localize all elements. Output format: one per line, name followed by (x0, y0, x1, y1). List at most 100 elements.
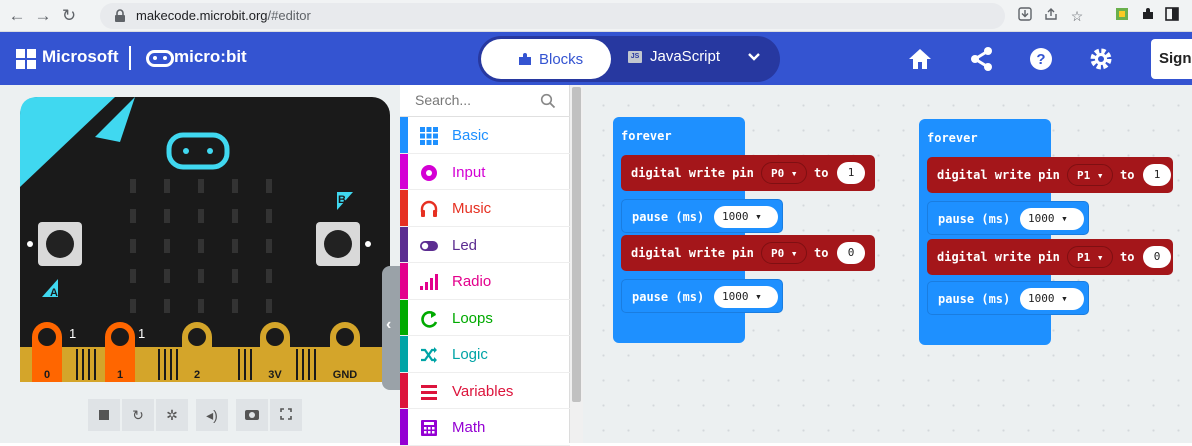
url-text: makecode.microbit.org/#editor (136, 8, 311, 23)
value-input[interactable]: 1 (1143, 164, 1171, 186)
url-path: /#editor (267, 8, 311, 23)
category-label: Basic (452, 127, 489, 144)
tab-blocks-label: Blocks (539, 51, 584, 68)
reload-icon[interactable]: ↻ (58, 5, 80, 27)
microbit-board[interactable]: A B 0 1 1 1 2 3V GND (20, 97, 390, 382)
pin-dropdown[interactable]: P0 ▾ (761, 242, 807, 264)
category-stripe (400, 153, 408, 189)
pin-2-label: 2 (194, 369, 200, 381)
stop-icon[interactable] (88, 399, 120, 431)
share-page-icon[interactable] (1041, 6, 1061, 26)
puzzle-block-icon (519, 53, 531, 65)
block-text: digital write pin (937, 168, 1060, 182)
editor-toggle: Blocks JS JavaScript (478, 36, 780, 82)
category-basic[interactable]: Basic (400, 117, 570, 154)
pin-dropdown[interactable]: P1 ▾ (1067, 164, 1113, 186)
tab-javascript-label: JavaScript (650, 48, 721, 65)
brand-name[interactable]: Microsoft (42, 47, 119, 67)
share-icon[interactable] (968, 45, 996, 73)
tab-blocks[interactable]: Blocks (481, 39, 611, 79)
install-icon[interactable] (1015, 6, 1035, 26)
extension-icon[interactable] (1112, 6, 1132, 26)
to-label: to (1120, 168, 1135, 182)
pin-dropdown[interactable]: P0 ▾ (761, 162, 807, 184)
product-name[interactable]: micro:bit (174, 47, 247, 67)
headphones-icon (420, 200, 438, 217)
value-input[interactable]: 1 (837, 162, 865, 184)
category-label: Radio (452, 273, 492, 290)
category-loops[interactable]: Loops (400, 299, 570, 336)
pin-1-value: 1 (138, 326, 145, 341)
ms-dropdown[interactable]: 1000 ▾ (714, 286, 778, 308)
puzzle-icon[interactable] (1138, 6, 1158, 26)
restart-icon[interactable]: ↻ (122, 399, 154, 431)
value-input[interactable]: 0 (1143, 246, 1171, 268)
star-icon[interactable]: ☆ (1067, 6, 1087, 26)
collapse-simulator-handle[interactable]: ‹ (382, 266, 400, 390)
pin-value: P0 ▾ (771, 247, 798, 260)
pin-1-label: 1 (117, 369, 123, 381)
category-label: Variables (452, 382, 514, 400)
help-icon[interactable]: ? (1027, 45, 1055, 73)
category-stripe (400, 409, 408, 445)
back-arrow-icon[interactable]: ← (6, 5, 28, 27)
mute-icon[interactable]: ◂) (196, 399, 228, 431)
digital-write-block[interactable]: digital write pin P0 ▾ to 1 (621, 155, 875, 191)
sign-in-button[interactable]: Sign (1151, 39, 1192, 79)
pause-block[interactable]: pause (ms) 1000 ▾ (927, 281, 1089, 315)
forever-label: forever (621, 129, 672, 143)
forever-label: forever (927, 131, 978, 145)
digital-write-block[interactable]: digital write pin P1 ▾ to 0 (927, 239, 1173, 275)
scrollbar-thumb[interactable] (572, 87, 581, 402)
ms-dropdown[interactable]: 1000 ▾ (1020, 288, 1084, 310)
search-input[interactable]: Search... (415, 92, 471, 108)
input-value: 0 (847, 246, 855, 259)
category-led[interactable]: Led (400, 226, 570, 263)
js-icon: JS (628, 51, 642, 63)
category-label: Music (452, 200, 492, 217)
microbit-logo-icon[interactable] (146, 50, 174, 67)
category-math[interactable]: Math (400, 409, 570, 446)
input-value: 0 (1153, 250, 1161, 263)
block-text: pause (ms) (632, 210, 705, 224)
settings-icon[interactable] (1087, 45, 1115, 73)
pin-3v-label: 3V (268, 369, 282, 381)
pin-value: P0 ▾ (771, 167, 798, 180)
pin-dropdown[interactable]: P1 ▾ (1067, 246, 1113, 268)
pause-block[interactable]: pause (ms) 1000 ▾ (621, 279, 783, 313)
makecode-header: Microsoft micro:bit Blocks JS JavaScript… (0, 32, 1192, 85)
screenshot-icon[interactable] (236, 399, 268, 431)
address-bar[interactable]: makecode.microbit.org/#editor (100, 3, 1005, 29)
category-input[interactable]: Input (400, 153, 570, 190)
ms-dropdown[interactable]: 1000 ▾ (1020, 208, 1084, 230)
category-radio[interactable]: Radio (400, 263, 570, 300)
pause-block[interactable]: pause (ms) 1000 ▾ (927, 201, 1089, 235)
toolbox-search[interactable]: Search... (400, 85, 570, 117)
to-label: to (814, 246, 829, 260)
chevron-down-icon[interactable] (746, 49, 762, 65)
pin-gnd-label: GND (333, 369, 358, 381)
category-music[interactable]: Music (400, 190, 570, 227)
ms-dropdown[interactable]: 1000 ▾ (714, 206, 778, 228)
category-variables[interactable]: Variables (400, 372, 570, 409)
sidebar-icon[interactable] (1162, 6, 1182, 26)
blocks-workspace[interactable]: forever digital write pin P0 ▾ to 1 paus… (583, 85, 1192, 443)
value-input[interactable]: 0 (837, 242, 865, 264)
microsoft-logo-icon[interactable] (16, 49, 36, 69)
fullscreen-icon[interactable] (270, 399, 302, 431)
category-stripe (400, 226, 408, 262)
forward-arrow-icon[interactable]: → (32, 5, 54, 27)
loop-arrow-icon (421, 310, 438, 328)
debug-icon[interactable]: ✲ (156, 399, 188, 431)
shuffle-icon (421, 347, 437, 363)
digital-write-block[interactable]: digital write pin P1 ▾ to 1 (927, 157, 1173, 193)
pause-block[interactable]: pause (ms) 1000 ▾ (621, 199, 783, 233)
toolbox-scrollbar[interactable] (570, 85, 583, 443)
ms-value: 1000 ▾ (1028, 212, 1068, 225)
ms-value: 1000 ▾ (722, 210, 762, 223)
category-label: Input (452, 163, 486, 181)
category-logic[interactable]: Logic (400, 336, 570, 373)
digital-write-block[interactable]: digital write pin P0 ▾ to 0 (621, 235, 875, 271)
home-icon[interactable] (906, 45, 934, 73)
target-icon (421, 164, 437, 181)
